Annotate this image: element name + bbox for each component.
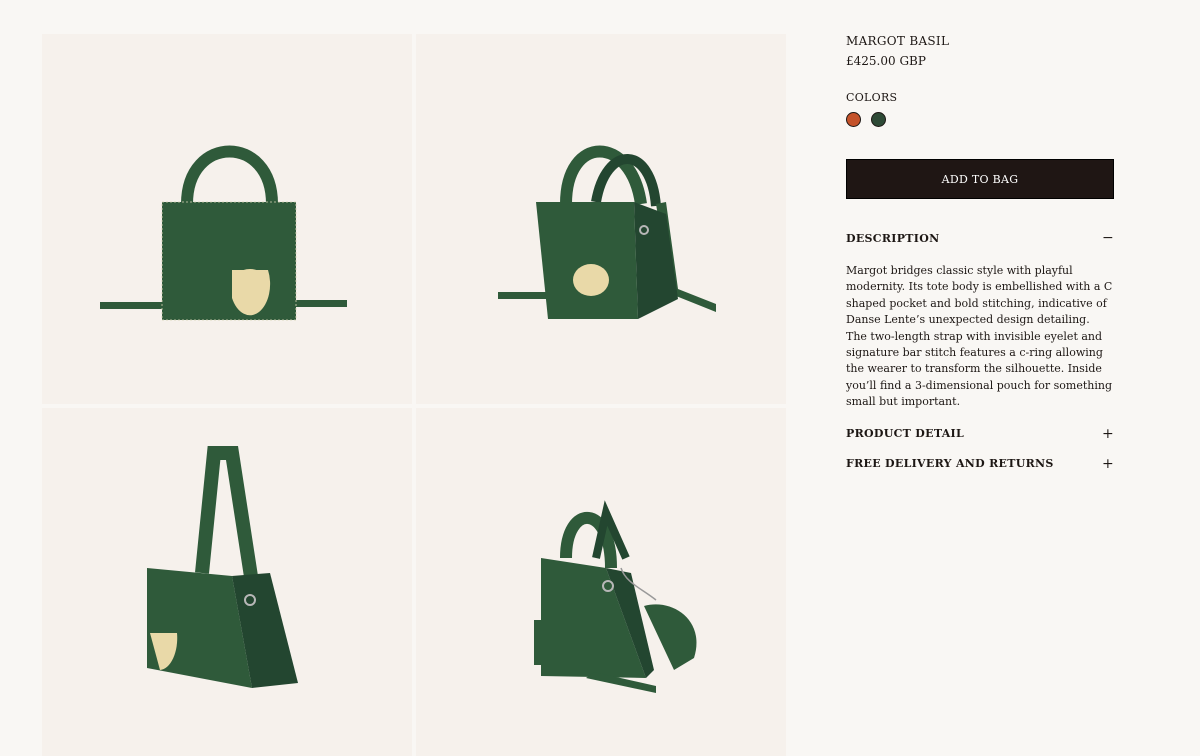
color-swatch-rust[interactable] xyxy=(846,112,861,127)
product-info-panel: MARGOT BASIL £425.00 GBP COLORS ADD TO B… xyxy=(846,30,1114,471)
accordion-description-header[interactable]: DESCRIPTION − xyxy=(846,231,1114,245)
product-image-front[interactable] xyxy=(42,34,412,404)
expand-icon: + xyxy=(1102,425,1115,442)
accordion-product-detail-header[interactable]: PRODUCT DETAIL + xyxy=(846,427,1114,441)
expand-icon: + xyxy=(1102,455,1115,472)
color-swatches xyxy=(846,112,1114,127)
accordion-delivery-header[interactable]: FREE DELIVERY AND RETURNS + xyxy=(846,457,1114,471)
bag-angle-illustration xyxy=(498,145,716,319)
product-price: £425.00 GBP xyxy=(846,54,926,68)
product-gallery xyxy=(0,0,800,756)
color-swatch-basil[interactable] xyxy=(871,112,886,127)
bag-front-illustration xyxy=(100,145,347,321)
colors-label: COLORS xyxy=(846,91,898,104)
add-to-bag-button[interactable]: ADD TO BAG xyxy=(846,159,1114,199)
description-text: Margot bridges classic style with playfu… xyxy=(846,264,1113,409)
accordion-delivery-title: FREE DELIVERY AND RETURNS xyxy=(846,457,1054,471)
collapse-icon: − xyxy=(1102,230,1115,246)
product-title: MARGOT BASIL xyxy=(846,34,950,48)
product-image-side[interactable] xyxy=(42,408,412,756)
bag-pouch-illustration xyxy=(534,500,697,693)
accordion-description-title: DESCRIPTION xyxy=(846,231,940,245)
product-image-pouch[interactable] xyxy=(416,408,786,756)
accordion-product-detail-title: PRODUCT DETAIL xyxy=(846,427,965,441)
bag-side-illustration xyxy=(147,446,298,688)
product-image-angle[interactable] xyxy=(416,34,786,404)
